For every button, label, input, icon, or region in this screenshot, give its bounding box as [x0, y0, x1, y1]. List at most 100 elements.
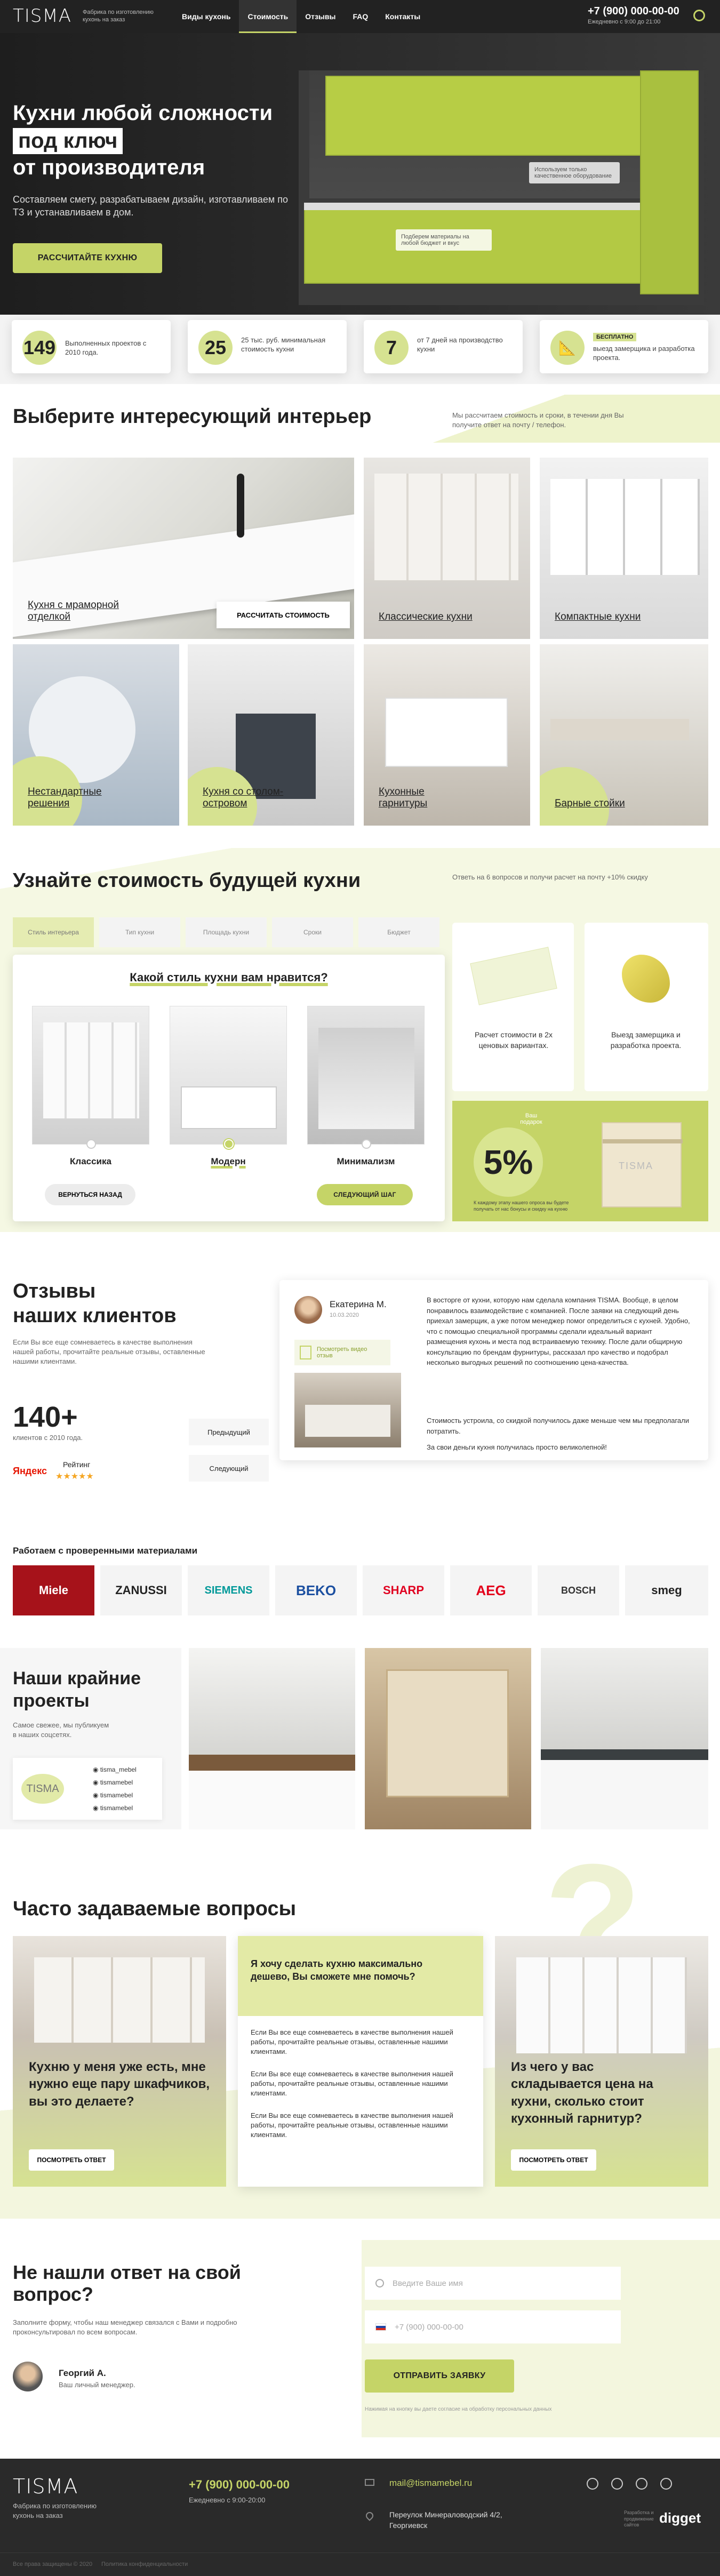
brand-aeg: AEG — [450, 1565, 532, 1615]
document-icon — [300, 1346, 311, 1359]
reviews-desc: Если Вы все еще сомневаетесь в качестве … — [13, 1338, 205, 1366]
tab-area[interactable]: Площадь кухни — [186, 917, 267, 947]
location-icon — [364, 2510, 375, 2521]
quiz-option-classic[interactable] — [32, 1006, 149, 1145]
hero-tooltip-equipment: Используем только качественное оборудова… — [529, 162, 620, 183]
interior-card-label: Барные стойки — [555, 798, 625, 810]
back-button[interactable]: Вернуться назад — [45, 1184, 135, 1205]
interior-card-marble[interactable]: Кухня с мраморной отделкой Рассчитать ст… — [13, 458, 354, 639]
hero-cta-button[interactable]: Рассчитайте кухню — [13, 243, 162, 273]
interior-card-sets[interactable]: Кухонные гарнитуры — [364, 644, 530, 826]
hero-title-3: от производителя — [13, 156, 205, 179]
user-icon — [375, 2279, 384, 2287]
footer-email[interactable]: mail@tismamebel.ru — [389, 2478, 472, 2489]
brand-siemens: SIEMENS — [188, 1565, 269, 1615]
reviews-title-2: наших клиентов — [13, 1305, 177, 1327]
interior-card-custom[interactable]: Нестандартные решения — [13, 644, 179, 826]
odnoklassniki-icon[interactable] — [636, 2478, 647, 2490]
projects-title-2: проекты — [13, 1691, 90, 1711]
faq-question: Кухню у меня уже есть, мне нужно еще пар… — [29, 2060, 210, 2109]
name-input[interactable]: Введите Ваше имя — [365, 2267, 621, 2300]
interior-card-label: Классические кухни — [379, 611, 473, 623]
rating-stars: ★★★★★ — [55, 1472, 94, 1481]
partners-title: Работаем с проверенными материалами — [13, 1546, 198, 1556]
tab-budget[interactable]: Бюджет — [358, 917, 439, 947]
yandex-logo: Яндекс — [13, 1466, 47, 1476]
stat-projects: 149 Выполненных проектов с 2010 года. — [12, 320, 171, 373]
see-answer-button[interactable]: Посмотреть ответ — [511, 2149, 596, 2171]
next-button[interactable]: Следующий — [189, 1455, 269, 1482]
calculate-price-button[interactable]: Рассчитать стоимость — [217, 602, 350, 628]
tab-style[interactable]: Стиль интерьера — [13, 917, 94, 947]
hero-title-2: под ключ — [13, 128, 123, 154]
manager-avatar — [13, 2362, 43, 2391]
interior-card-classic[interactable]: Классические кухни — [364, 458, 530, 639]
project-photo-3[interactable] — [541, 1648, 708, 1829]
quiz-option-modern[interactable] — [170, 1006, 287, 1145]
faq-card-3[interactable]: Из чего у вас складывается цена на кухни… — [495, 1936, 708, 2187]
privacy-link[interactable]: Политика конфиденциальности — [101, 2561, 188, 2567]
prev-button[interactable]: Предыдущий — [189, 1419, 269, 1445]
consent-text: Нажимая на кнопку вы даете согласие на о… — [365, 2406, 552, 2412]
social-handle: ◉ tismamebel — [93, 1791, 133, 1799]
facebook-icon[interactable] — [660, 2478, 672, 2490]
interior-card-island[interactable]: Кухня со столом-островом — [188, 644, 354, 826]
manager-name: Георгий А. — [59, 2368, 106, 2378]
gift-label: Ваш подарок — [520, 1113, 542, 1125]
vk-icon[interactable] — [611, 2478, 623, 2490]
contact-desc: Заполните форму, чтобы наш менеджер связ… — [13, 2318, 237, 2337]
submit-button[interactable]: Отправить заявку — [365, 2359, 514, 2393]
interior-card-bar[interactable]: Барные стойки — [540, 644, 708, 826]
radio-classic[interactable] — [86, 1139, 96, 1149]
nav-item-contacts[interactable]: Контакты — [377, 12, 429, 21]
faq-card-1[interactable]: Кухню у меня уже есть, мне нужно еще пар… — [13, 1936, 226, 2187]
brand-miele: Miele — [13, 1565, 94, 1615]
projects-desc: Самое свежее, мы публикуем в наших соцсе… — [13, 1721, 109, 1739]
interior-card-label: Компактные кухни — [555, 611, 641, 623]
manager-role: Ваш личный менеджер. — [59, 2381, 135, 2389]
header-hours: Ежедневно с 9:00 до 21:00 — [588, 19, 661, 25]
see-answer-button[interactable]: Посмотреть ответ — [29, 2149, 114, 2171]
next-step-button[interactable]: Следующий шаг — [317, 1184, 413, 1205]
flag-icon[interactable] — [375, 2323, 386, 2331]
faq-question: Я хочу сделать кухню максимально дешево,… — [251, 1958, 423, 1982]
tab-terms[interactable]: Сроки — [272, 917, 353, 947]
footer: TISMA Фабрика по изготовлению кухонь на … — [0, 2459, 720, 2576]
clients-count-text: клиентов с 2010 года. — [13, 1434, 83, 1442]
interior-card-compact[interactable]: Компактные кухни — [540, 458, 708, 639]
stat-free: 📐 БЕСПЛАТНО выезд замерщика и разработка… — [540, 320, 708, 373]
footer-hours: Ежедневно с 9:00-20:00 — [189, 2496, 266, 2504]
tab-type[interactable]: Тип кухни — [99, 917, 180, 947]
footer-logo[interactable]: TISMA — [13, 2475, 78, 2498]
header-phone[interactable]: +7 (900) 000-00-00 — [588, 5, 679, 18]
dev-logo[interactable]: digget — [659, 2510, 701, 2526]
brand-bosch: BOSCH — [538, 1565, 619, 1615]
radio-minimalism[interactable] — [362, 1139, 371, 1149]
project-photo-1[interactable] — [189, 1648, 355, 1829]
nav-item-reviews[interactable]: Отзывы — [297, 12, 344, 21]
option-label: Минимализм — [337, 1156, 395, 1166]
nav-item-faq[interactable]: FAQ — [344, 12, 377, 21]
quiz-option-minimalism[interactable] — [307, 1006, 425, 1145]
footer-phone[interactable]: +7 (900) 000-00-00 — [189, 2478, 290, 2492]
reviewer-name: Екатерина М. — [330, 1299, 387, 1309]
project-photo-2[interactable] — [365, 1648, 531, 1829]
nav-item-price[interactable]: Стоимость — [239, 0, 297, 33]
gift-panel: TISMA Ваш подарок 5% К каждому этапу наш… — [452, 1101, 708, 1221]
search-icon[interactable] — [693, 10, 705, 21]
faq-card-2[interactable]: Я хочу сделать кухню максимально дешево,… — [238, 1936, 483, 2187]
interior-card-label: Кухня со столом-островом — [203, 786, 284, 810]
phone-input[interactable]: +7 (900) 000-00-00 — [365, 2310, 621, 2343]
stat-number: 149 — [22, 331, 57, 365]
review-photo[interactable] — [294, 1373, 401, 1447]
video-review-link[interactable]: Посмотреть видео отзыв — [294, 1340, 390, 1365]
nav-item-kitchens[interactable]: Виды кухонь — [173, 12, 239, 21]
instagram-icon[interactable] — [587, 2478, 598, 2490]
mail-icon — [365, 2479, 374, 2486]
logo[interactable]: TISMA — [13, 5, 71, 27]
radio-modern[interactable] — [224, 1139, 234, 1149]
quiz-desc: Ответь на 6 вопросов и получи расчет на … — [452, 873, 648, 881]
instagram-logo: TISMA — [21, 1774, 64, 1804]
hero-tooltip-materials: Подберем материалы на любой бюджет и вку… — [396, 229, 492, 251]
instagram-card[interactable]: TISMA ◉ tisma_mebel ◉ tismamebel ◉ tisma… — [13, 1758, 162, 1820]
